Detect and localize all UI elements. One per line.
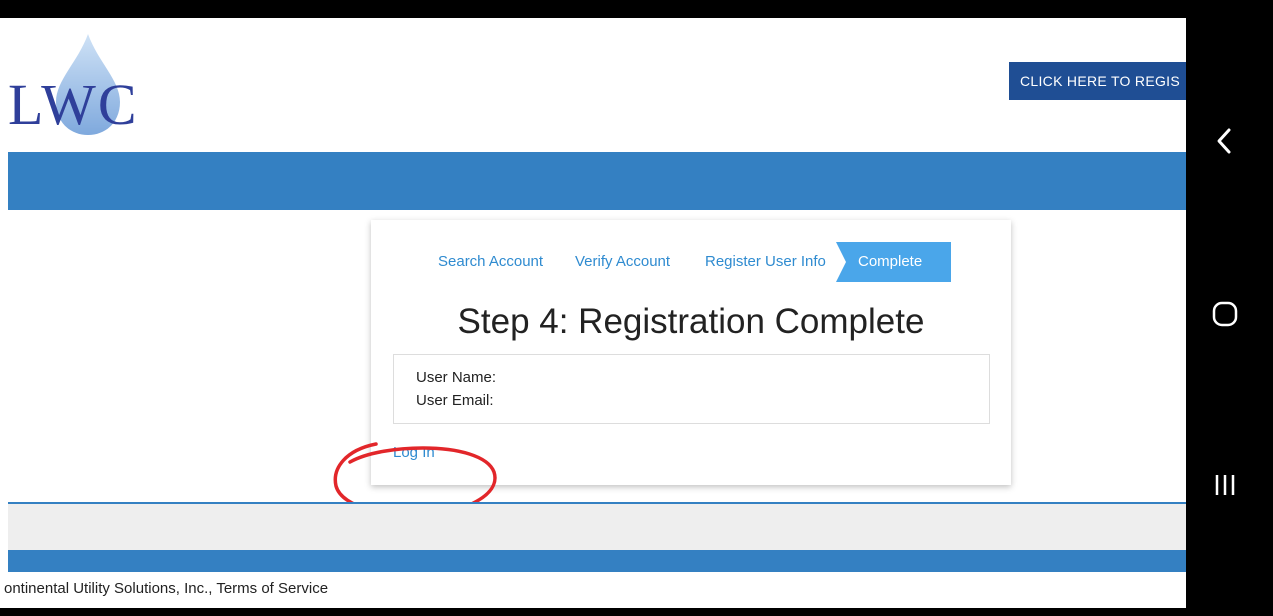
step-progress: Search Account Verify Account Register U… bbox=[371, 242, 1011, 282]
logo-text: LWC bbox=[8, 72, 139, 137]
step-complete: Complete bbox=[836, 242, 951, 282]
step-search-account[interactable]: Search Account bbox=[438, 242, 543, 282]
user-name-label: User Name: bbox=[416, 369, 497, 386]
user-email-label: User Email: bbox=[416, 392, 494, 409]
step-arrow-notch bbox=[836, 242, 846, 282]
browser-viewport: LWC CLICK HERE TO REGIS Search Account V… bbox=[0, 18, 1186, 608]
footer-gray-band bbox=[8, 504, 1186, 550]
footer-text[interactable]: ontinental Utility Solutions, Inc., Term… bbox=[4, 580, 328, 597]
home-icon[interactable] bbox=[1211, 300, 1239, 328]
lwc-logo[interactable]: LWC bbox=[8, 32, 178, 142]
recents-icon[interactable] bbox=[1212, 472, 1238, 498]
user-info-box: User Name: User Email: bbox=[393, 354, 990, 424]
step-verify-account[interactable]: Verify Account bbox=[575, 242, 670, 282]
step-register-user-info[interactable]: Register User Info bbox=[705, 242, 826, 282]
footer-blue-bar bbox=[8, 550, 1186, 572]
registration-card: Search Account Verify Account Register U… bbox=[371, 220, 1011, 485]
login-link[interactable]: Log In bbox=[393, 444, 435, 461]
back-icon[interactable] bbox=[1213, 126, 1237, 156]
register-button[interactable]: CLICK HERE TO REGIS bbox=[1009, 62, 1186, 100]
navigation-bar bbox=[8, 152, 1186, 210]
page-title: Step 4: Registration Complete bbox=[457, 302, 925, 341]
